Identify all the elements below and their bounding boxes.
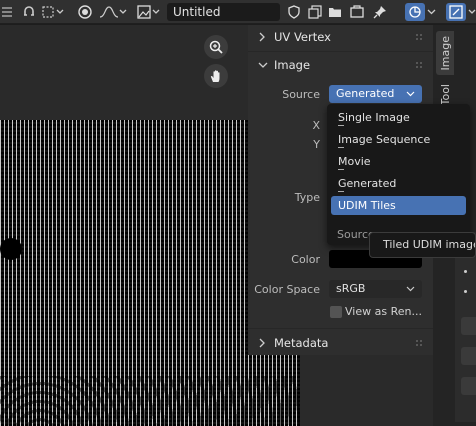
tab-image-label: Image bbox=[438, 35, 452, 71]
chevron-right-icon bbox=[258, 32, 270, 42]
open-folder-icon[interactable] bbox=[325, 3, 345, 21]
tab-image[interactable]: Image bbox=[436, 31, 454, 75]
section-title: UV Vertex bbox=[274, 30, 331, 44]
section-title: Metadata bbox=[274, 336, 329, 350]
overlays-dropdown[interactable] bbox=[467, 3, 476, 21]
menu-item-image-sequence[interactable]: Image Sequence bbox=[331, 130, 466, 149]
divider bbox=[248, 328, 433, 329]
fake-user-shield-icon[interactable] bbox=[284, 3, 304, 21]
overlay-dropdown[interactable] bbox=[0, 3, 14, 21]
menu-item-label: Movie bbox=[338, 155, 371, 168]
chevron-down-icon bbox=[406, 280, 415, 304]
color-space-dropdown[interactable]: sRGB bbox=[329, 280, 422, 298]
snap-options-dropdown[interactable] bbox=[40, 3, 68, 21]
overlays-toggle-icon[interactable] bbox=[446, 3, 466, 21]
image-editor-header: Untitled bbox=[0, 0, 476, 24]
type-label: Type bbox=[294, 191, 320, 204]
pan-hand-icon[interactable] bbox=[204, 64, 228, 88]
menu-item-label: Image Sequence bbox=[338, 133, 431, 146]
unlink-image-icon[interactable] bbox=[346, 3, 368, 21]
zoom-icon[interactable] bbox=[204, 35, 228, 59]
color-space-value: sRGB bbox=[336, 282, 366, 295]
gizmo-dropdown[interactable] bbox=[425, 3, 437, 21]
gizmo-toggle-icon[interactable] bbox=[405, 3, 425, 21]
view-as-render-checkbox[interactable] bbox=[330, 306, 342, 318]
tab-tool-label: Tool bbox=[438, 84, 452, 106]
drag-grip-icon[interactable] bbox=[415, 33, 423, 41]
chevron-right-icon bbox=[258, 338, 270, 348]
menu-item-movie[interactable]: Movie bbox=[331, 152, 466, 171]
secondary-panel-edge bbox=[455, 232, 476, 422]
tooltip: Tiled UDIM image t bbox=[369, 232, 476, 258]
drag-grip-icon[interactable] bbox=[415, 339, 423, 347]
falloff-curve-dropdown[interactable] bbox=[98, 3, 128, 21]
source-value: Generated bbox=[336, 87, 395, 100]
menu-item-label: UDIM Tiles bbox=[338, 199, 396, 212]
drag-grip-icon[interactable] bbox=[415, 61, 423, 69]
side-button[interactable] bbox=[461, 377, 476, 395]
source-dropdown[interactable]: Generated bbox=[329, 85, 422, 103]
x-label: X bbox=[312, 119, 320, 132]
menu-item-label: Single Image bbox=[338, 111, 410, 124]
menu-item-label: Generated bbox=[338, 177, 397, 190]
divider bbox=[248, 51, 433, 52]
bullet-icon bbox=[464, 290, 467, 293]
metadata-section-header[interactable]: Metadata bbox=[248, 331, 433, 355]
chevron-down-icon bbox=[258, 61, 270, 69]
y-label: Y bbox=[313, 138, 320, 151]
proportional-editing-icon[interactable] bbox=[74, 3, 96, 21]
color-label: Color bbox=[291, 253, 320, 266]
view-as-render-label: View as Ren... bbox=[345, 305, 422, 318]
bullet-icon bbox=[464, 270, 467, 273]
image-section-header[interactable]: Image bbox=[248, 53, 433, 77]
new-image-icon[interactable] bbox=[305, 3, 325, 21]
source-dropdown-menu: Single Image Image Sequence Movie Genera… bbox=[327, 104, 470, 245]
menu-item-single-image[interactable]: Single Image bbox=[331, 108, 466, 127]
source-label: Source bbox=[282, 88, 320, 101]
section-title: Image bbox=[274, 58, 311, 72]
menu-item-generated[interactable]: Generated bbox=[331, 174, 466, 193]
menu-item-udim-tiles[interactable]: UDIM Tiles bbox=[331, 196, 466, 215]
pin-icon[interactable] bbox=[370, 3, 390, 21]
side-button[interactable] bbox=[461, 347, 476, 365]
image-browse-icon[interactable] bbox=[136, 3, 162, 21]
snap-icon[interactable] bbox=[18, 3, 40, 21]
side-button[interactable] bbox=[461, 317, 476, 335]
uv-vertex-section-header[interactable]: UV Vertex bbox=[248, 25, 433, 49]
image-name-field[interactable]: Untitled bbox=[167, 3, 280, 21]
color-space-label: Color Space bbox=[254, 283, 320, 296]
